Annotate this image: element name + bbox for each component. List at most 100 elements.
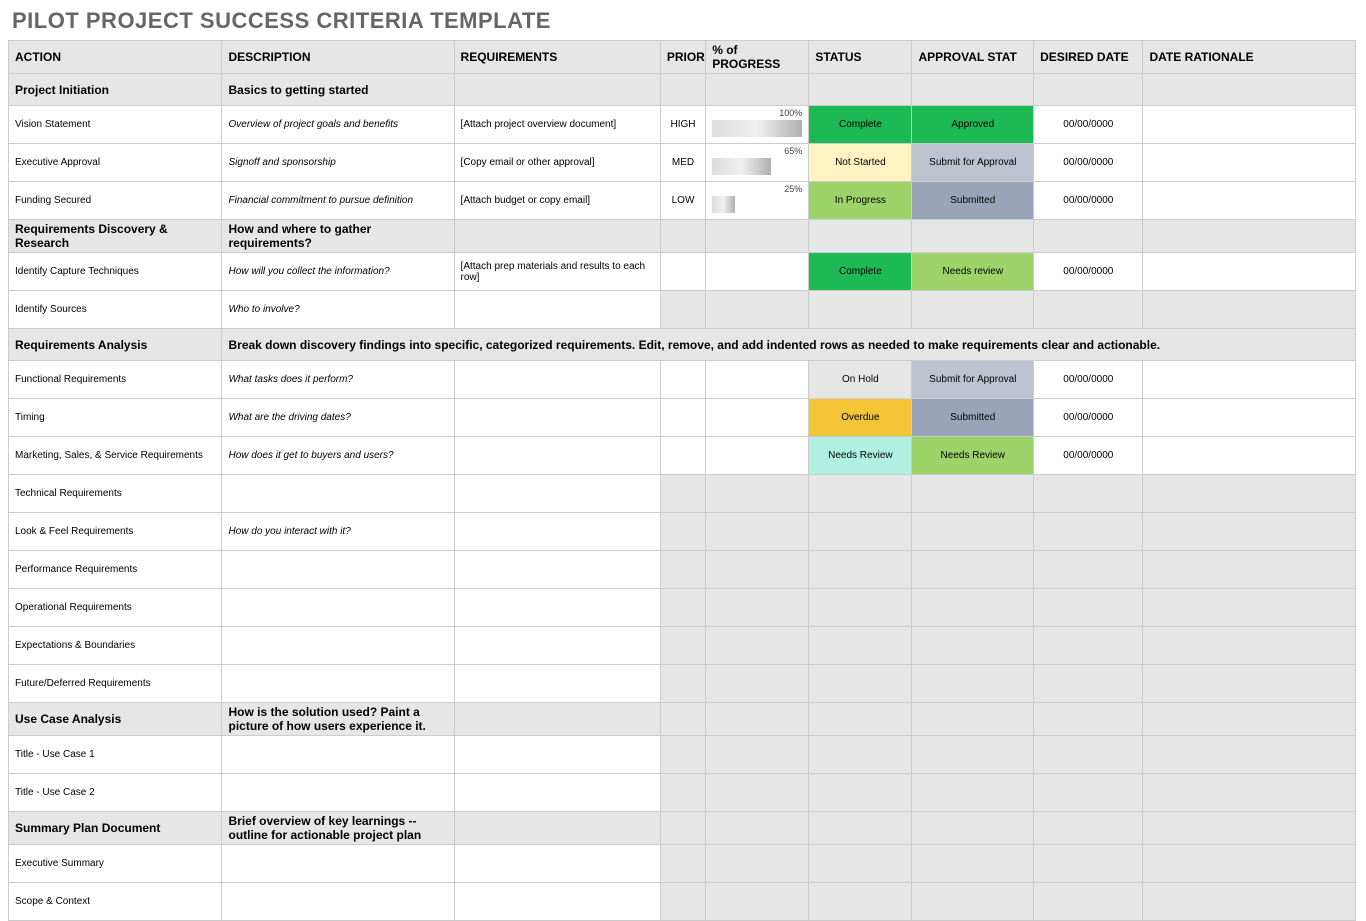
- cell-date[interactable]: 00/00/0000: [1034, 182, 1143, 220]
- cell-approval[interactable]: [912, 883, 1034, 921]
- cell-priority[interactable]: [660, 883, 705, 921]
- cell-rationale[interactable]: [1143, 361, 1356, 399]
- cell-description[interactable]: Overview of project goals and benefits: [222, 106, 454, 144]
- cell-approval[interactable]: Submit for Approval: [912, 361, 1034, 399]
- cell-status[interactable]: On Hold: [809, 361, 912, 399]
- cell-date[interactable]: [1034, 627, 1143, 665]
- cell-date[interactable]: [1034, 665, 1143, 703]
- cell-description[interactable]: How does it get to buyers and users?: [222, 437, 454, 475]
- cell-status[interactable]: [809, 883, 912, 921]
- cell-approval[interactable]: [912, 475, 1034, 513]
- cell-progress[interactable]: 25%: [706, 182, 809, 220]
- cell-progress[interactable]: [706, 291, 809, 329]
- cell-date[interactable]: 00/00/0000: [1034, 144, 1143, 182]
- cell-rationale[interactable]: [1143, 589, 1356, 627]
- cell-priority[interactable]: [660, 774, 705, 812]
- cell-action[interactable]: Operational Requirements: [9, 589, 222, 627]
- cell-status[interactable]: In Progress: [809, 182, 912, 220]
- cell-status[interactable]: Complete: [809, 106, 912, 144]
- cell-approval[interactable]: [912, 589, 1034, 627]
- cell-description[interactable]: How do you interact with it?: [222, 513, 454, 551]
- cell-date[interactable]: [1034, 291, 1143, 329]
- cell-requirements[interactable]: [454, 437, 660, 475]
- cell-rationale[interactable]: [1143, 182, 1356, 220]
- cell-rationale[interactable]: [1143, 736, 1356, 774]
- cell-priority[interactable]: MED: [660, 144, 705, 182]
- cell-approval[interactable]: Needs Review: [912, 437, 1034, 475]
- cell-requirements[interactable]: [454, 291, 660, 329]
- cell-description[interactable]: [222, 883, 454, 921]
- cell-action[interactable]: Look & Feel Requirements: [9, 513, 222, 551]
- cell-priority[interactable]: [660, 475, 705, 513]
- cell-status[interactable]: Complete: [809, 253, 912, 291]
- cell-rationale[interactable]: [1143, 291, 1356, 329]
- cell-requirements[interactable]: [Attach prep materials and results to ea…: [454, 253, 660, 291]
- cell-requirements[interactable]: [Attach project overview document]: [454, 106, 660, 144]
- cell-approval[interactable]: Approved: [912, 106, 1034, 144]
- cell-progress[interactable]: [706, 551, 809, 589]
- cell-progress[interactable]: [706, 627, 809, 665]
- cell-approval[interactable]: [912, 774, 1034, 812]
- cell-priority[interactable]: LOW: [660, 182, 705, 220]
- cell-description[interactable]: [222, 551, 454, 589]
- cell-priority[interactable]: [660, 589, 705, 627]
- cell-rationale[interactable]: [1143, 475, 1356, 513]
- cell-rationale[interactable]: [1143, 665, 1356, 703]
- cell-progress[interactable]: [706, 883, 809, 921]
- cell-progress[interactable]: [706, 253, 809, 291]
- cell-date[interactable]: 00/00/0000: [1034, 361, 1143, 399]
- cell-progress[interactable]: 65%: [706, 144, 809, 182]
- cell-date[interactable]: [1034, 513, 1143, 551]
- cell-requirements[interactable]: [Attach budget or copy email]: [454, 182, 660, 220]
- cell-action[interactable]: Marketing, Sales, & Service Requirements: [9, 437, 222, 475]
- cell-progress[interactable]: [706, 736, 809, 774]
- cell-requirements[interactable]: [454, 627, 660, 665]
- cell-rationale[interactable]: [1143, 437, 1356, 475]
- cell-priority[interactable]: [660, 361, 705, 399]
- cell-approval[interactable]: [912, 513, 1034, 551]
- cell-requirements[interactable]: [454, 475, 660, 513]
- cell-action[interactable]: Scope & Context: [9, 883, 222, 921]
- cell-action[interactable]: Funding Secured: [9, 182, 222, 220]
- cell-action[interactable]: Title - Use Case 1: [9, 736, 222, 774]
- cell-approval[interactable]: [912, 665, 1034, 703]
- cell-description[interactable]: Who to involve?: [222, 291, 454, 329]
- cell-priority[interactable]: [660, 291, 705, 329]
- cell-priority[interactable]: [660, 627, 705, 665]
- cell-date[interactable]: 00/00/0000: [1034, 106, 1143, 144]
- cell-progress[interactable]: [706, 437, 809, 475]
- cell-requirements[interactable]: [Copy email or other approval]: [454, 144, 660, 182]
- cell-action[interactable]: Functional Requirements: [9, 361, 222, 399]
- cell-status[interactable]: [809, 736, 912, 774]
- cell-progress[interactable]: [706, 513, 809, 551]
- cell-approval[interactable]: Submitted: [912, 399, 1034, 437]
- cell-date[interactable]: 00/00/0000: [1034, 437, 1143, 475]
- cell-priority[interactable]: [660, 399, 705, 437]
- cell-requirements[interactable]: [454, 399, 660, 437]
- cell-requirements[interactable]: [454, 589, 660, 627]
- cell-date[interactable]: [1034, 589, 1143, 627]
- cell-date[interactable]: [1034, 475, 1143, 513]
- cell-rationale[interactable]: [1143, 551, 1356, 589]
- cell-status[interactable]: [809, 665, 912, 703]
- cell-status[interactable]: Needs Review: [809, 437, 912, 475]
- cell-date[interactable]: [1034, 551, 1143, 589]
- cell-action[interactable]: Identify Sources: [9, 291, 222, 329]
- cell-progress[interactable]: [706, 361, 809, 399]
- cell-description[interactable]: [222, 627, 454, 665]
- cell-approval[interactable]: Submit for Approval: [912, 144, 1034, 182]
- cell-requirements[interactable]: [454, 736, 660, 774]
- cell-requirements[interactable]: [454, 665, 660, 703]
- cell-date[interactable]: 00/00/0000: [1034, 399, 1143, 437]
- cell-action[interactable]: Title - Use Case 2: [9, 774, 222, 812]
- cell-approval[interactable]: [912, 291, 1034, 329]
- cell-date[interactable]: [1034, 774, 1143, 812]
- cell-priority[interactable]: HIGH: [660, 106, 705, 144]
- cell-approval[interactable]: Submitted: [912, 182, 1034, 220]
- cell-description[interactable]: [222, 736, 454, 774]
- cell-requirements[interactable]: [454, 361, 660, 399]
- cell-priority[interactable]: [660, 437, 705, 475]
- cell-requirements[interactable]: [454, 551, 660, 589]
- cell-progress[interactable]: [706, 475, 809, 513]
- cell-date[interactable]: 00/00/0000: [1034, 253, 1143, 291]
